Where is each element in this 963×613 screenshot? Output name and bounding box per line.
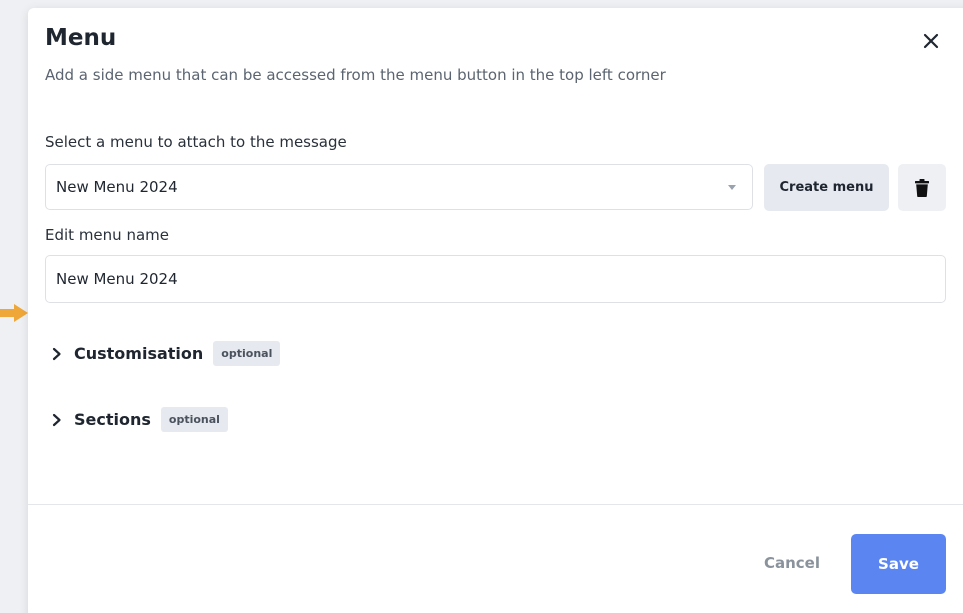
customisation-label: Customisation [74,344,204,363]
delete-menu-button[interactable] [898,164,946,211]
sections-label: Sections [74,410,151,429]
menu-name-input[interactable] [45,255,946,303]
create-menu-button[interactable]: Create menu [764,164,889,211]
pointer-arrow-icon [0,304,28,322]
sections-toggle[interactable]: Sections optional [52,407,228,432]
optional-badge: optional [160,407,228,432]
trash-icon [915,178,929,197]
close-button[interactable] [918,30,944,52]
footer-divider [28,504,963,505]
menu-select-label: Select a menu to attach to the message [45,133,347,151]
menu-select[interactable]: New Menu 2024 [45,164,753,210]
close-icon [923,33,939,49]
modal-subtitle: Add a side menu that can be accessed fro… [45,66,666,84]
menu-modal: Menu Add a side menu that can be accesse… [28,8,963,613]
menu-select-value: New Menu 2024 [56,178,178,196]
customisation-toggle[interactable]: Customisation optional [52,341,281,366]
cancel-button[interactable]: Cancel [750,534,834,592]
menu-name-label: Edit menu name [45,226,169,244]
caret-down-icon [728,185,736,190]
modal-title: Menu [45,25,117,51]
app-stage: Menu Add a side menu that can be accesse… [0,0,963,613]
save-button[interactable]: Save [851,534,946,594]
chevron-right-icon [52,413,66,427]
optional-badge: optional [213,341,281,366]
chevron-right-icon [52,347,66,361]
